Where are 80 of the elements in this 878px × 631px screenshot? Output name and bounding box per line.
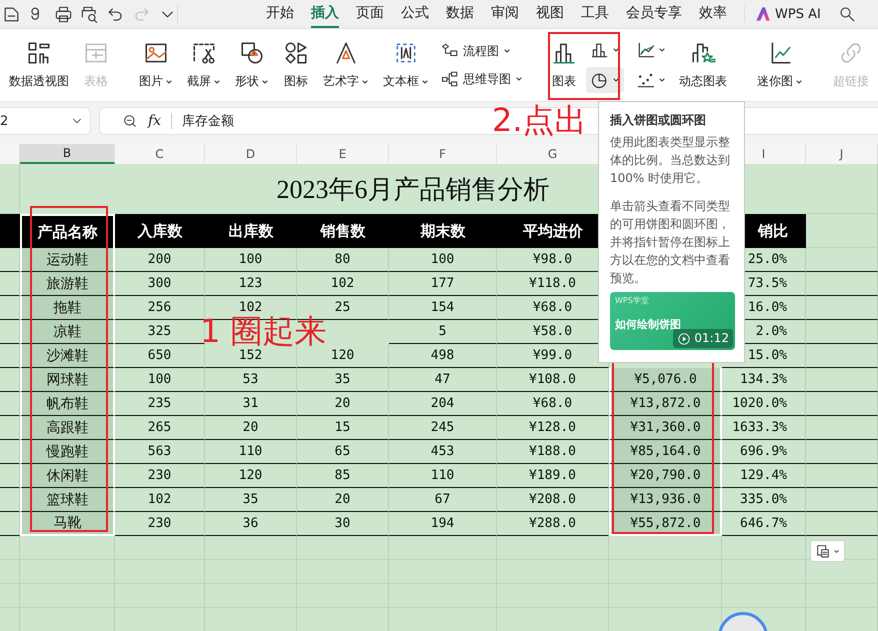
table-cell: 5 xyxy=(389,320,497,344)
table-cell: 休闲鞋 xyxy=(20,464,115,488)
table-cell: 20 xyxy=(297,488,389,512)
table-cell: 256 xyxy=(115,296,205,320)
table-cell: 1633.3% xyxy=(722,416,806,440)
table-cell: 80 xyxy=(297,248,389,272)
table-cell: ¥5,076.0 xyxy=(609,368,722,392)
table-cell: 498 xyxy=(389,344,497,368)
table-cell: 沙滩鞋 xyxy=(20,344,115,368)
table-header-cell: 入库数 xyxy=(115,214,205,248)
table-cell: 650 xyxy=(115,344,205,368)
table-cell: 204 xyxy=(389,392,497,416)
table-cell: 53 xyxy=(205,368,297,392)
table-cell: 85 xyxy=(297,464,389,488)
table-cell: 102 xyxy=(297,272,389,296)
table-cell: 235 xyxy=(115,392,205,416)
table-cell: 帆布鞋 xyxy=(20,392,115,416)
table-cell: 177 xyxy=(389,272,497,296)
tooltip-title: 插入饼图或圆环图 xyxy=(610,112,707,129)
table-cell: 20 xyxy=(205,416,297,440)
table-header-cell: 期末数 xyxy=(389,214,497,248)
table-cell: 100 xyxy=(115,368,205,392)
table-cell: 230 xyxy=(115,464,205,488)
table-cell: 563 xyxy=(115,440,205,464)
table-cell: 36 xyxy=(205,512,297,536)
table-cell: 200 xyxy=(115,248,205,272)
table-cell: 旅游鞋 xyxy=(20,272,115,296)
table-cell: ¥85,164.0 xyxy=(609,440,722,464)
brand-label: WPS学堂 xyxy=(615,296,650,306)
table-cell: 300 xyxy=(115,272,205,296)
table-cell: 20 xyxy=(297,392,389,416)
table-cell: 154 xyxy=(389,296,497,320)
table-cell: 15 xyxy=(297,416,389,440)
table-cell: 网球鞋 xyxy=(20,368,115,392)
table-header-cell: 销售数 xyxy=(297,214,389,248)
table-cell: 134.3% xyxy=(722,368,806,392)
table-cell: 运动鞋 xyxy=(20,248,115,272)
table-cell: 65 xyxy=(297,440,389,464)
table-cell: 265 xyxy=(115,416,205,440)
table-cell: 325 xyxy=(115,320,205,344)
table-cell: 194 xyxy=(389,512,497,536)
table-header-cell: 出库数 xyxy=(205,214,297,248)
function-label: fx xyxy=(148,113,162,129)
table-cell: 拖鞋 xyxy=(20,296,115,320)
table-cell: ¥55,872.0 xyxy=(609,512,722,536)
table-cell: 100 xyxy=(205,248,297,272)
table-cell: 120 xyxy=(205,464,297,488)
table-cell: ¥13,872.0 xyxy=(609,392,722,416)
table-cell: 245 xyxy=(389,416,497,440)
table-cell: 30 xyxy=(297,512,389,536)
table-cell: 230 xyxy=(115,512,205,536)
sheet-title: 2023年6月产品销售分析 xyxy=(276,174,550,206)
table-cell: ¥31,360.0 xyxy=(609,416,722,440)
table-cell: 335.0% xyxy=(722,488,806,512)
table-cell: 67 xyxy=(389,488,497,512)
table-cell: 慢跑鞋 xyxy=(20,440,115,464)
table-cell: 123 xyxy=(205,272,297,296)
table-cell: 110 xyxy=(205,440,297,464)
table-cell: 129.4% xyxy=(722,464,806,488)
video-title: 如何绘制饼图 xyxy=(615,318,682,331)
table-cell: ¥13,936.0 xyxy=(609,488,722,512)
table-cell: 35 xyxy=(205,488,297,512)
table-header-cell: 产品名称 xyxy=(20,214,115,248)
table-cell: 1020.0% xyxy=(722,392,806,416)
table-cell: 110 xyxy=(389,464,497,488)
table-cell: 453 xyxy=(389,440,497,464)
annotation-text: 2.点出 xyxy=(492,104,587,136)
table-cell: 马靴 xyxy=(20,512,115,536)
table-cell: 35 xyxy=(297,368,389,392)
table-cell: 696.9% xyxy=(722,440,806,464)
duration-badge: 01:12 xyxy=(673,329,733,348)
table-cell: ¥20,790.0 xyxy=(609,464,722,488)
table-cell: 47 xyxy=(389,368,497,392)
table-cell: 凉鞋 xyxy=(20,320,115,344)
table-cell: 篮球鞋 xyxy=(20,488,115,512)
table-cell: 100 xyxy=(389,248,497,272)
table-cell: 646.7% xyxy=(722,512,806,536)
table-cell: 102 xyxy=(115,488,205,512)
table-cell: 高跟鞋 xyxy=(20,416,115,440)
table-cell: 31 xyxy=(205,392,297,416)
